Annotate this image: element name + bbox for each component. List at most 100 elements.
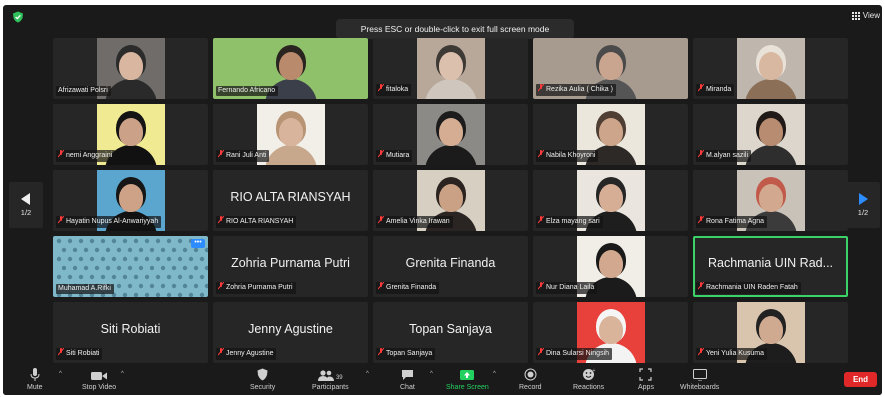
previous-page-button[interactable]: 1/2: [9, 182, 43, 228]
participant-name-label: Rona Fatima Agna: [696, 215, 767, 228]
record-button[interactable]: Record: [519, 367, 542, 391]
participant-name-label: Nur Diana Laila: [536, 281, 598, 294]
participant-tile[interactable]: ••• Muhamad A.Rifki: [53, 236, 208, 297]
share-screen-button[interactable]: Share Screen: [446, 367, 489, 391]
participant-tile[interactable]: M.alyan sazili: [693, 104, 848, 165]
participant-tile[interactable]: nemi Anggraini: [53, 104, 208, 165]
participant-name: Yeni Yulia Kusuma: [706, 350, 764, 357]
participant-name-label: Dina Sularsi Ningsih: [536, 347, 613, 360]
participant-tile[interactable]: Zohria Purnama Putri Zohria Purnama Putri: [213, 236, 368, 297]
participant-name-label: RIO ALTA RIANSYAH: [216, 215, 297, 228]
participants-button[interactable]: 39 Participants: [312, 367, 349, 391]
muted-mic-icon: [537, 83, 545, 96]
participant-tile[interactable]: Rachmania UIN Rad... Rachmania UIN Raden …: [693, 236, 848, 297]
whiteboard-icon: [692, 369, 707, 381]
participant-name: M.alyan sazili: [706, 152, 749, 159]
chat-options-caret-icon[interactable]: ^: [430, 371, 433, 377]
chat-label: Chat: [400, 384, 415, 391]
fullscreen-exit-banner: Press ESC or double-click to exit full s…: [336, 19, 574, 39]
meeting-toolbar: Mute ^ Stop Video ^ Security 39 Particip…: [3, 364, 882, 395]
stop-video-button[interactable]: Stop Video: [82, 367, 116, 391]
record-label: Record: [519, 384, 542, 391]
participant-name: Zohria Purnama Putri: [226, 284, 293, 291]
security-button[interactable]: Security: [250, 367, 275, 391]
participant-tile[interactable]: Rezika Aulia ( Chika ): [533, 38, 688, 99]
participant-display-name: Topan Sanjaya: [409, 322, 492, 336]
arrow-left-icon: [21, 193, 30, 205]
more-options-icon[interactable]: •••: [191, 239, 205, 248]
participant-name: nemi Anggraini: [66, 152, 113, 159]
muted-mic-icon: [537, 215, 545, 228]
share-options-caret-icon[interactable]: ^: [493, 371, 496, 377]
participant-tile[interactable]: Afrizawati Polsri: [53, 38, 208, 99]
reactions-button[interactable]: + Reactions: [573, 367, 604, 391]
participant-name-label: fitaloka: [376, 83, 412, 96]
participant-name: Siti Robiati: [66, 350, 100, 357]
muted-mic-icon: [217, 347, 225, 360]
participant-name: Rani Juli Anti: [226, 152, 267, 159]
participant-name-label: Topan Sanjaya: [376, 347, 436, 360]
mute-options-caret-icon[interactable]: ^: [59, 371, 62, 377]
participant-name-label: Muhamad A.Rifki: [56, 284, 114, 294]
muted-mic-icon: [697, 83, 705, 96]
whiteboards-button[interactable]: Whiteboards: [680, 367, 719, 391]
participant-tile[interactable]: Yeni Yulia Kusuma: [693, 302, 848, 363]
video-options-caret-icon[interactable]: ^: [121, 371, 124, 377]
participant-video: [416, 104, 485, 165]
chat-button[interactable]: Chat: [400, 367, 415, 391]
muted-mic-icon: [377, 215, 385, 228]
apps-icon: [639, 368, 653, 381]
arrow-right-icon: [859, 193, 868, 205]
participant-tile[interactable]: Fernando Africano: [213, 38, 368, 99]
end-meeting-button[interactable]: End: [844, 372, 877, 387]
participant-tile[interactable]: fitaloka: [373, 38, 528, 99]
muted-mic-icon: [537, 149, 545, 162]
participant-tile[interactable]: Nabila Khoyroni: [533, 104, 688, 165]
participants-options-caret-icon[interactable]: ^: [366, 371, 369, 377]
participant-tile[interactable]: Rona Fatima Agna: [693, 170, 848, 231]
participant-name-label: Rachmania UIN Raden Fatah: [696, 281, 801, 294]
muted-mic-icon: [537, 347, 545, 360]
participant-tile[interactable]: Dina Sularsi Ningsih: [533, 302, 688, 363]
participant-display-name: Siti Robiati: [100, 322, 161, 336]
participant-tile[interactable]: Miranda: [693, 38, 848, 99]
participant-tile[interactable]: Grenita Finanda Grenita Finanda: [373, 236, 528, 297]
participant-video: [416, 38, 485, 99]
participant-name: Amelia Vinka Irawan: [386, 218, 450, 225]
participant-tile[interactable]: RIO ALTA RIANSYAH RIO ALTA RIANSYAH: [213, 170, 368, 231]
participant-tile[interactable]: Siti Robiati Siti Robiati: [53, 302, 208, 363]
muted-mic-icon: [217, 215, 225, 228]
participant-name-label: Yeni Yulia Kusuma: [696, 347, 767, 360]
participant-name: RIO ALTA RIANSYAH: [226, 218, 294, 225]
participant-name-label: Fernando Africano: [216, 86, 279, 96]
muted-mic-icon: [57, 215, 65, 228]
participant-tile[interactable]: Jenny Agustine Jenny Agustine: [213, 302, 368, 363]
participant-tile[interactable]: Rani Juli Anti: [213, 104, 368, 165]
muted-mic-icon: [57, 347, 65, 360]
muted-mic-icon: [697, 347, 705, 360]
participant-display-name: Grenita Finanda: [405, 256, 496, 270]
participant-tile[interactable]: Amelia Vinka Irawan: [373, 170, 528, 231]
participant-tile[interactable]: Nur Diana Laila: [533, 236, 688, 297]
record-icon: [524, 368, 537, 381]
mute-button[interactable]: Mute: [27, 367, 43, 391]
participant-tile[interactable]: Topan Sanjaya Topan Sanjaya: [373, 302, 528, 363]
participant-tile[interactable]: Hayatin Nupus Al-Anwariyyah: [53, 170, 208, 231]
participant-name: Fernando Africano: [218, 87, 276, 94]
muted-mic-icon: [377, 149, 385, 162]
view-button[interactable]: View: [851, 11, 880, 20]
muted-mic-icon: [217, 281, 225, 294]
participant-name: fitaloka: [386, 86, 409, 93]
encryption-shield-icon[interactable]: [12, 11, 24, 23]
view-label: View: [862, 11, 880, 20]
page-indicator-right: 1/2: [857, 208, 869, 217]
participant-name: Elza mayang sari: [546, 218, 600, 225]
participant-tile[interactable]: Elza mayang sari: [533, 170, 688, 231]
apps-button[interactable]: Apps: [638, 367, 654, 391]
participant-tile[interactable]: Mutiara: [373, 104, 528, 165]
participant-name: Nabila Khoyroni: [546, 152, 596, 159]
muted-mic-icon: [377, 83, 385, 96]
participant-name-label: Amelia Vinka Irawan: [376, 215, 453, 228]
participant-name: Jenny Agustine: [226, 350, 274, 357]
muted-mic-icon: [377, 347, 385, 360]
